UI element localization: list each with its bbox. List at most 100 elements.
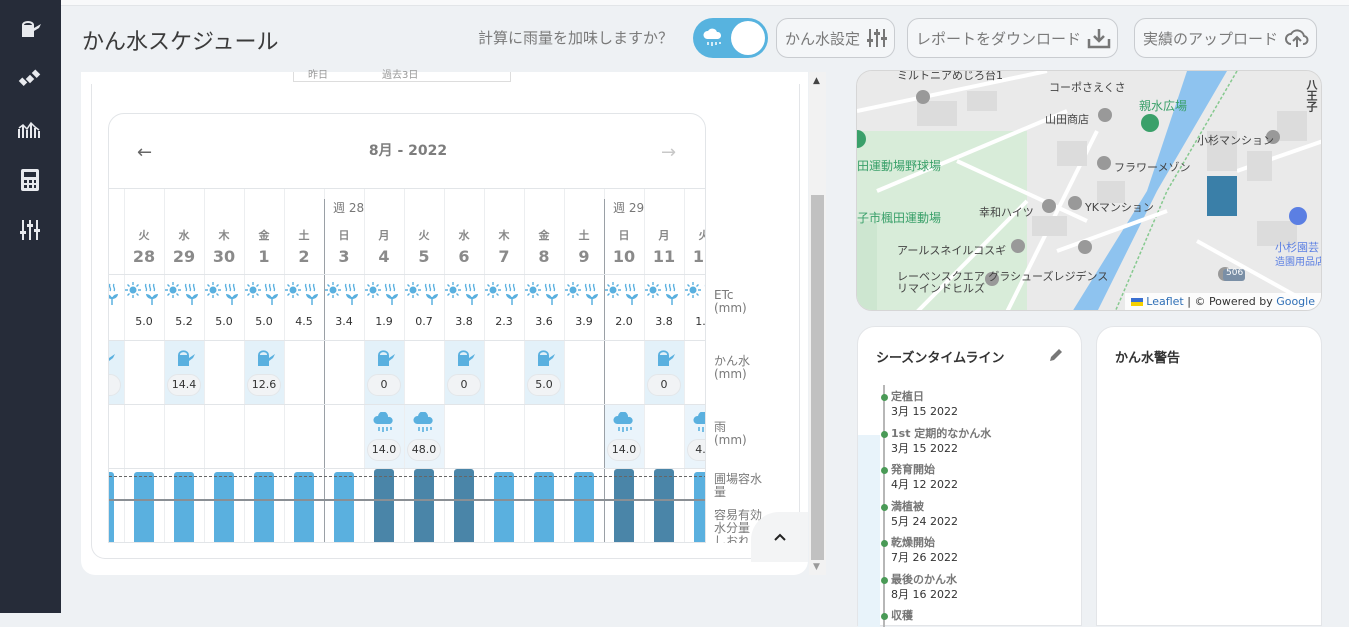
chevron-up-icon bbox=[773, 533, 786, 541]
day-number: 5 bbox=[418, 247, 430, 266]
day-column: 796 bbox=[109, 189, 124, 542]
map[interactable]: ミルトニアめじろ台1 コーポさえくさ 山田商店 親水広場 小杉マンション 田運動… bbox=[856, 70, 1322, 311]
etc-value: 3.6 bbox=[535, 315, 553, 328]
satellite-icon[interactable] bbox=[15, 64, 45, 94]
sliders-icon[interactable] bbox=[15, 215, 45, 245]
moisture-bar bbox=[654, 469, 674, 542]
day-number: 6 bbox=[458, 247, 470, 266]
timeline-dot bbox=[881, 576, 888, 584]
etc-value: 5.0 bbox=[215, 315, 233, 328]
leaflet-link[interactable]: Leaflet bbox=[1146, 295, 1183, 308]
moisture-bar bbox=[694, 472, 705, 542]
irrigation-value[interactable]: 14.4 bbox=[167, 374, 201, 396]
day-number: 29 bbox=[172, 247, 196, 266]
map-label: アールスネイルコスギ bbox=[897, 244, 1007, 257]
sun-plant-icon bbox=[605, 281, 643, 309]
capacity-label: 圃場容水量 bbox=[714, 472, 763, 499]
timeline-date: 8月 16 2022 bbox=[891, 587, 958, 601]
irrigation-value[interactable]: 5.0 bbox=[527, 374, 561, 396]
rain-cloud-icon bbox=[613, 411, 635, 440]
calculator-icon[interactable] bbox=[15, 165, 45, 195]
irrigation-value[interactable]: 0 bbox=[447, 374, 481, 396]
timeline-dot bbox=[881, 467, 888, 474]
download-icon bbox=[1087, 29, 1111, 49]
filter-past3days[interactable]: 過去3日 bbox=[382, 66, 418, 81]
download-report-label: レポートをダウンロード bbox=[916, 29, 1082, 48]
day-of-week: 金 bbox=[538, 229, 550, 242]
day-number: 9 bbox=[578, 247, 590, 266]
etc-value: 5.0 bbox=[255, 315, 273, 328]
upload-actual-label: 実績のアップロード bbox=[1143, 29, 1279, 48]
day-number: 3 bbox=[338, 247, 350, 266]
day-number: 28 bbox=[132, 247, 156, 266]
calendar: ← 8月 - 2022 → 796火285.0水295.214.4木305.0金… bbox=[108, 113, 706, 543]
day-of-week: 土 bbox=[298, 229, 310, 242]
moisture-bar bbox=[294, 472, 314, 542]
scroll-down-arrow[interactable]: ▼ bbox=[813, 562, 820, 572]
sidebar bbox=[0, 0, 61, 613]
etc-value: 2.3 bbox=[495, 315, 513, 328]
rain-value: 48.0 bbox=[407, 439, 441, 461]
row-divider bbox=[109, 468, 705, 469]
etc-value: 3.8 bbox=[655, 315, 673, 328]
next-month-button[interactable]: → bbox=[661, 142, 676, 163]
watering-can-icon[interactable] bbox=[15, 15, 45, 45]
timeline-dot bbox=[881, 394, 888, 401]
pencil-icon[interactable] bbox=[1048, 347, 1064, 363]
map-label: 田運動場野球場 bbox=[857, 159, 942, 173]
collapse-button[interactable] bbox=[751, 512, 808, 562]
filter-yesterday[interactable]: 昨日 bbox=[308, 66, 328, 81]
filter-stub: 昨日 過去3日 bbox=[293, 70, 511, 82]
field-polygon[interactable] bbox=[1207, 176, 1237, 216]
timeline-shade bbox=[858, 435, 880, 627]
sun-plant-icon bbox=[245, 281, 283, 309]
day-of-week: 月 bbox=[378, 229, 390, 242]
timeline-title: シーズンタイムライン bbox=[876, 351, 1005, 366]
irrigation-settings-label: かん水設定 bbox=[785, 29, 861, 48]
day-number: 30 bbox=[212, 247, 236, 266]
month-header: ← 8月 - 2022 → bbox=[109, 114, 705, 189]
day-column: 日 10 2.0 14.0 bbox=[604, 189, 644, 542]
day-number: 10 bbox=[612, 247, 636, 266]
ukraine-flag-icon bbox=[1131, 298, 1144, 306]
timeline-item: 乾燥開始 7月 26 2022 bbox=[881, 535, 958, 565]
day-of-week: 火 bbox=[418, 229, 430, 242]
day-column: 月 11 3.8 0 bbox=[644, 189, 684, 542]
timeline-item: 発育開始 4月 12 2022 bbox=[881, 462, 958, 492]
timeline-date: 7月 26 2022 bbox=[891, 551, 958, 564]
chart-icon[interactable] bbox=[15, 115, 45, 145]
timeline-date: 3月 15 2022 bbox=[891, 441, 958, 455]
toggle-knob bbox=[731, 21, 765, 55]
moisture-bar bbox=[534, 472, 554, 542]
cloud-upload-icon bbox=[1285, 29, 1309, 47]
timeline-label: 最後のかん水 bbox=[891, 572, 957, 586]
day-column: 日 3 3.4 bbox=[324, 189, 364, 542]
day-number: 4 bbox=[378, 247, 390, 266]
scrollbar[interactable]: ▲ ▼ bbox=[809, 72, 826, 575]
upload-actual-button[interactable]: 実績のアップロード bbox=[1134, 18, 1318, 58]
download-report-button[interactable]: レポートをダウンロード bbox=[907, 18, 1119, 58]
day-of-week: 火 bbox=[138, 229, 150, 242]
row-divider bbox=[109, 340, 705, 341]
day-of-week: 木 bbox=[498, 229, 510, 242]
sun-plant-icon bbox=[365, 281, 403, 309]
scroll-thumb[interactable] bbox=[811, 195, 824, 560]
etc-value: 5.0 bbox=[135, 315, 153, 328]
watering-can-icon bbox=[174, 348, 196, 372]
timeline-dot bbox=[881, 503, 888, 511]
timeline-item: 定植日 3月 15 2022 bbox=[881, 389, 958, 419]
sun-plant-icon bbox=[165, 281, 203, 309]
sun-plant-icon bbox=[325, 281, 363, 309]
moisture-bar bbox=[454, 469, 474, 542]
raw-threshold-line bbox=[109, 499, 705, 501]
irrigation-value[interactable]: 0 bbox=[367, 374, 401, 396]
irrigation-value[interactable]: 12.6 bbox=[247, 374, 281, 396]
rain-toggle[interactable] bbox=[693, 18, 768, 58]
rain-value: 14.0 bbox=[607, 439, 641, 461]
irrigation-settings-button[interactable]: かん水設定 bbox=[776, 18, 896, 58]
timeline-dot bbox=[881, 430, 888, 438]
google-link[interactable]: Google bbox=[1276, 295, 1315, 308]
etc-value: 3.9 bbox=[575, 315, 593, 328]
irrigation-value[interactable]: 0 bbox=[647, 374, 681, 396]
scroll-up-arrow[interactable]: ▲ bbox=[813, 76, 820, 86]
